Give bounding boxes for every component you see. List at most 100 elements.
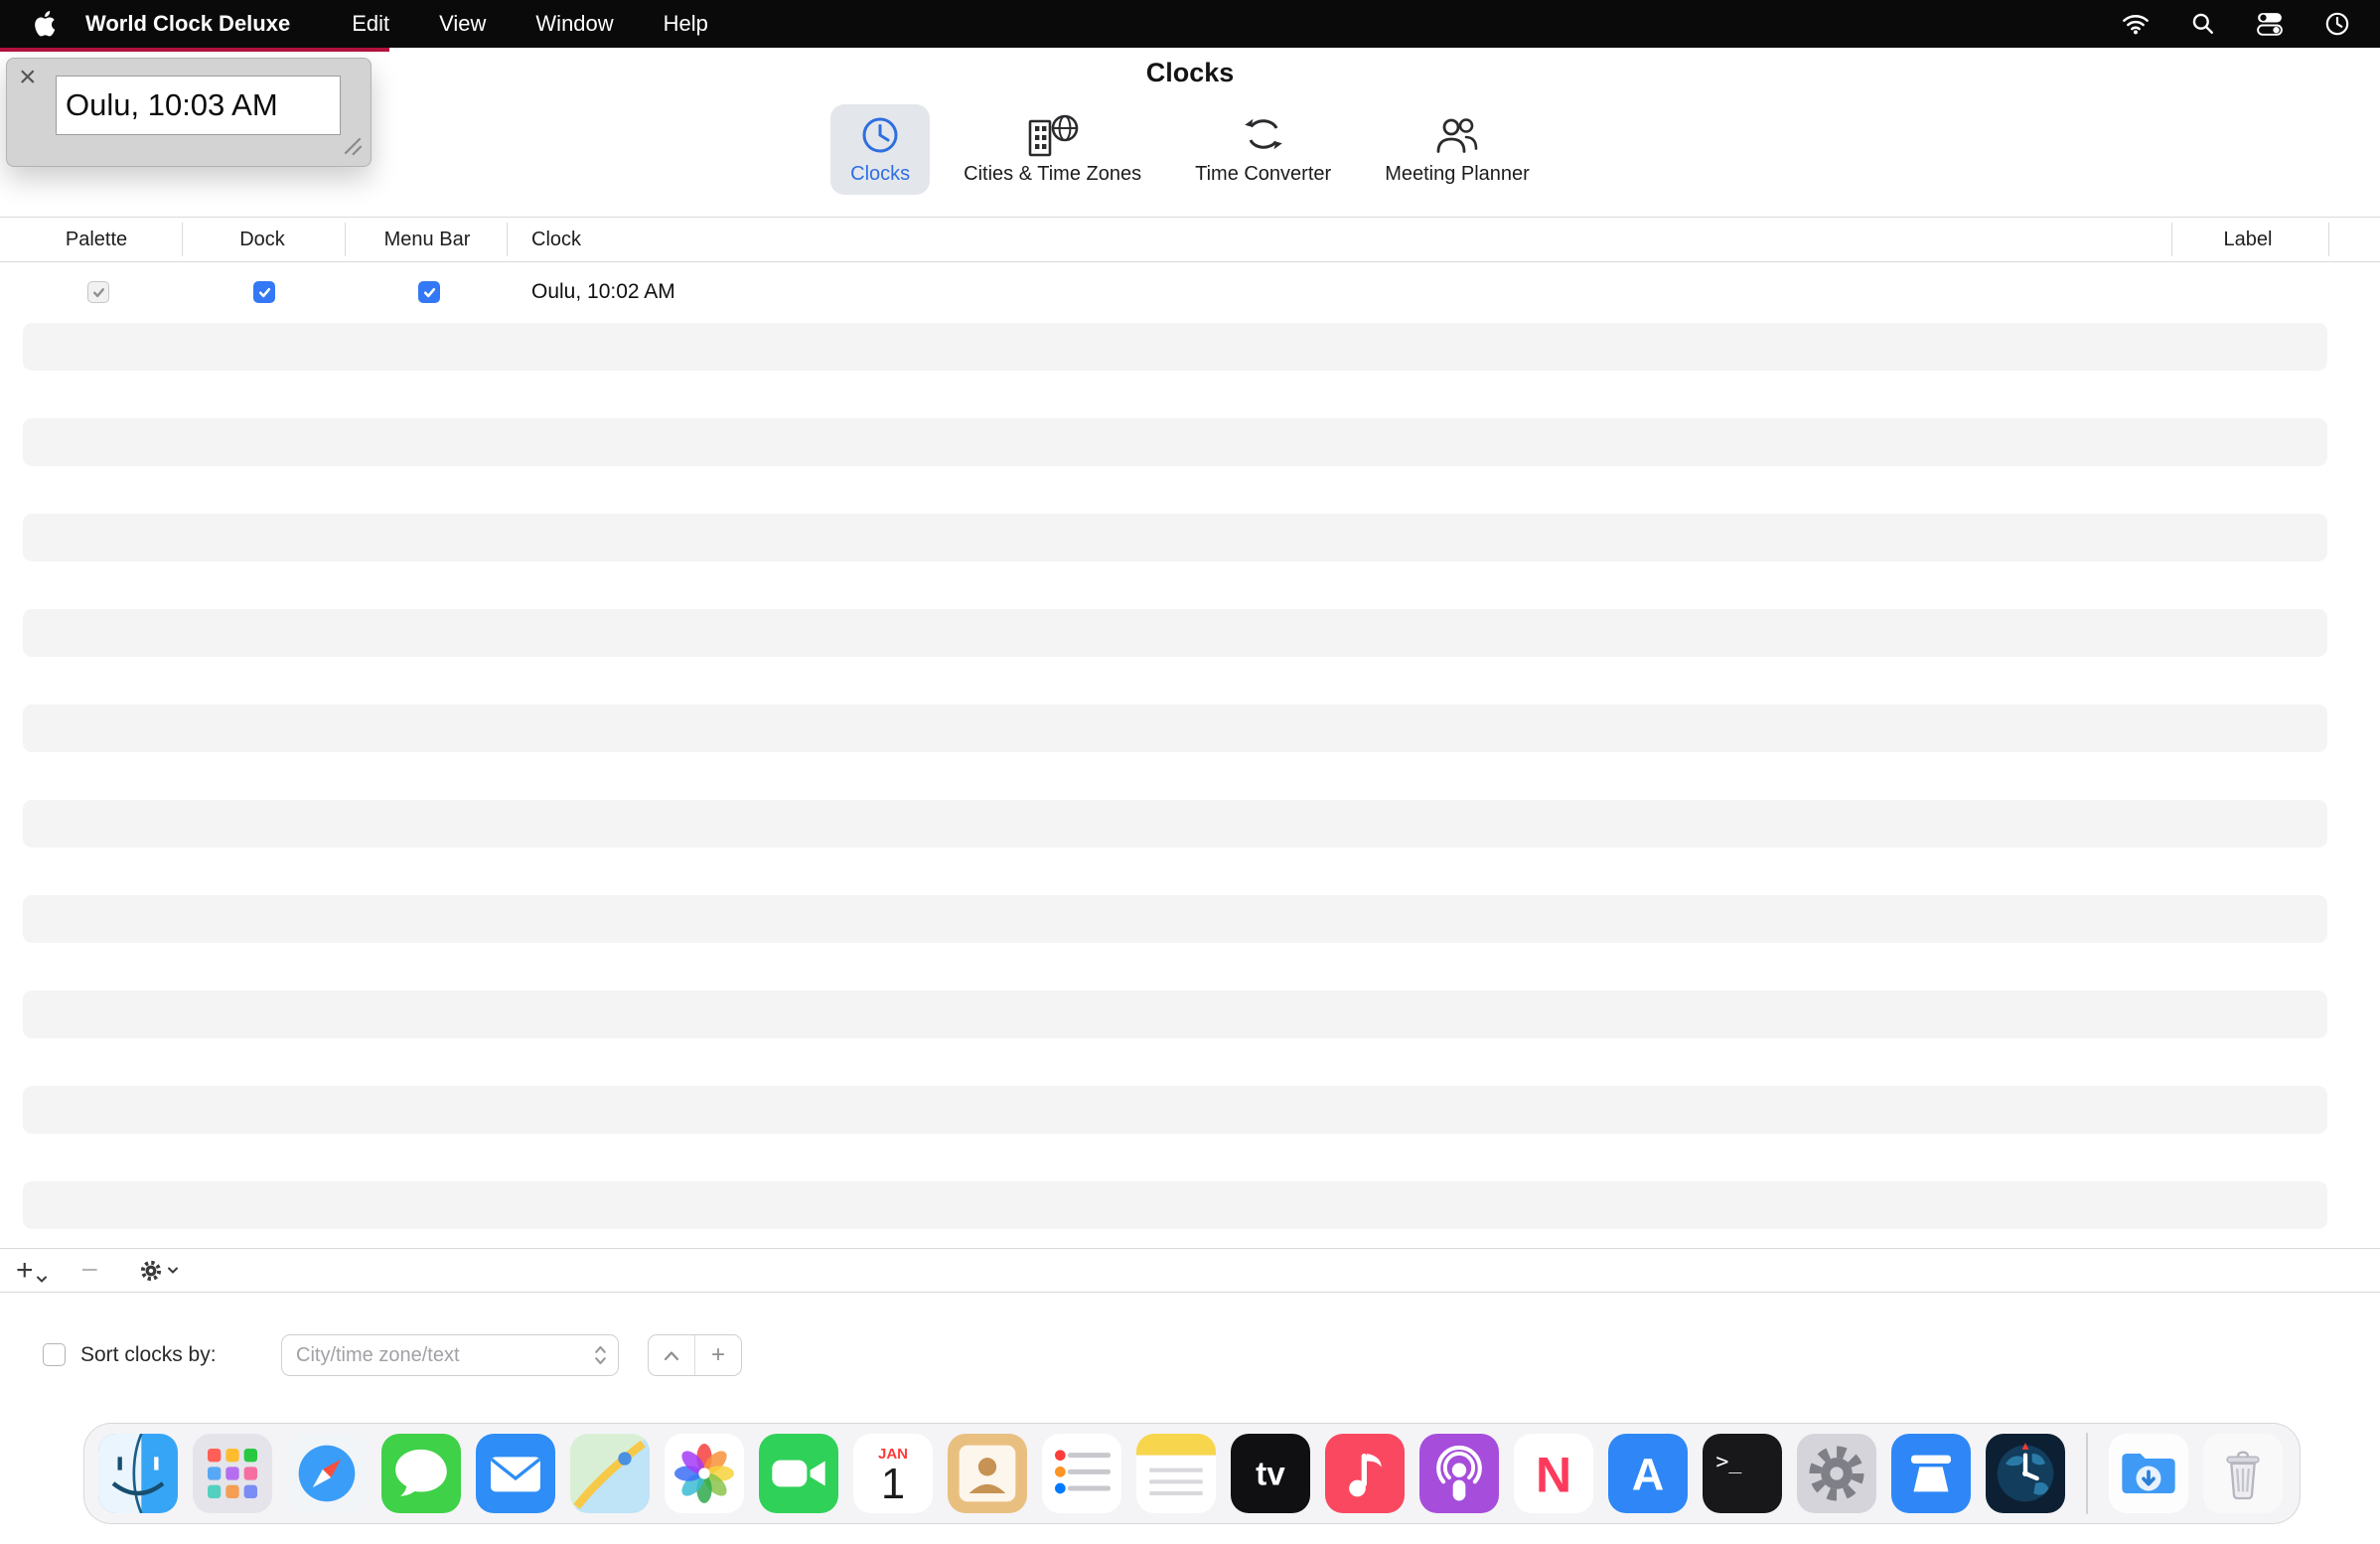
chevron-up-icon [664, 1350, 679, 1361]
sort-clocks-checkbox[interactable] [43, 1343, 66, 1366]
clock-table-header: Palette Dock Menu Bar Clock Label [0, 217, 2380, 262]
calendar-day: 1 [881, 1461, 905, 1508]
clock-table-row[interactable]: Oulu, 10:02 AM [0, 261, 2380, 323]
music-dock-icon[interactable] [1325, 1434, 1405, 1513]
actions-gear-button[interactable] [138, 1258, 179, 1284]
reminders-dock-icon[interactable] [1042, 1434, 1121, 1513]
calendar-dock-icon[interactable]: JAN 1 [853, 1434, 933, 1513]
safari-dock-icon[interactable] [287, 1434, 367, 1513]
photos-dock-icon[interactable] [665, 1434, 744, 1513]
terminal-dock-icon[interactable]: >_ [1703, 1434, 1782, 1513]
tab-cities-time-zones[interactable]: Cities & Time Zones [944, 104, 1161, 195]
tab-time-converter[interactable]: Time Converter [1175, 104, 1351, 195]
launchpad-dock-icon[interactable] [193, 1434, 272, 1513]
dock: JAN 1 tv [83, 1423, 2301, 1524]
news-dock-icon[interactable]: N [1514, 1434, 1593, 1513]
empty-row [23, 609, 2327, 657]
list-toolbar: + − [0, 1248, 2380, 1293]
wifi-icon[interactable] [2122, 13, 2150, 35]
apple-menu-icon[interactable] [34, 11, 56, 37]
tab-cities-time-zones-label: Cities & Time Zones [964, 163, 1141, 186]
tab-meeting-planner-label: Meeting Planner [1385, 163, 1530, 186]
sort-criteria-popup[interactable]: City/time zone/text [281, 1334, 619, 1376]
palette-accent-strip [0, 48, 389, 52]
clocks-tab-icon [858, 113, 902, 157]
empty-row [23, 418, 2327, 466]
empty-row [23, 323, 2327, 371]
menu-view[interactable]: View [439, 11, 486, 37]
column-header-dock: Dock [239, 218, 285, 261]
column-divider [507, 223, 508, 256]
remove-clock-button[interactable]: − [81, 1257, 99, 1284]
system-settings-dock-icon[interactable] [1797, 1434, 1876, 1513]
menu-bar-checkbox[interactable] [418, 281, 440, 303]
menubar-clock-icon[interactable] [2324, 11, 2350, 37]
empty-row [23, 704, 2327, 752]
facetime-dock-icon[interactable] [759, 1434, 838, 1513]
time-converter-tab-icon [1241, 113, 1286, 157]
menu-bar: World Clock Deluxe Edit View Window Help [0, 0, 2380, 48]
maps-dock-icon[interactable] [570, 1434, 650, 1513]
finder-dock-icon[interactable] [98, 1434, 178, 1513]
app-store-letter: A [1632, 1450, 1665, 1500]
notes-dock-icon[interactable] [1136, 1434, 1216, 1513]
chevron-down-icon [167, 1266, 179, 1275]
sort-criteria-value: City/time zone/text [296, 1344, 460, 1367]
cities-time-zones-tab-icon [1026, 113, 1080, 157]
empty-row [23, 1086, 2327, 1134]
palette-close-icon[interactable]: × [19, 63, 37, 92]
column-header-menu-bar: Menu Bar [384, 218, 471, 261]
add-sort-button[interactable]: + [694, 1335, 741, 1375]
empty-row [23, 514, 2327, 561]
clock-name-cell[interactable]: Oulu, 10:02 AM [531, 261, 675, 323]
column-header-palette: Palette [66, 218, 127, 261]
clock-palette-window[interactable]: × Oulu, 10:03 AM [6, 58, 372, 167]
column-header-clock: Clock [531, 218, 581, 261]
apple-tv-dock-icon[interactable]: tv [1231, 1434, 1310, 1513]
sort-bar: Sort clocks by: City/time zone/text + [0, 1333, 2380, 1377]
podcasts-dock-icon[interactable] [1419, 1434, 1499, 1513]
add-clock-button[interactable]: + [16, 1257, 48, 1284]
contacts-dock-icon[interactable] [948, 1434, 1027, 1513]
dock-checkbox[interactable] [253, 281, 275, 303]
trash-dock-icon[interactable] [2203, 1434, 2283, 1513]
tab-clocks[interactable]: Clocks [830, 104, 930, 195]
empty-rows-area [23, 323, 2327, 1277]
chevron-down-icon [36, 1275, 48, 1284]
empty-row [23, 800, 2327, 848]
menubar-app-name[interactable]: World Clock Deluxe [85, 11, 290, 37]
column-divider [182, 223, 183, 256]
empty-row [23, 991, 2327, 1038]
palette-clock-field[interactable]: Oulu, 10:03 AM [56, 76, 341, 135]
sort-clocks-label: Sort clocks by: [80, 1333, 217, 1377]
terminal-prompt: >_ [1715, 1450, 1742, 1474]
column-divider [2171, 223, 2172, 256]
menu-help[interactable]: Help [664, 11, 708, 37]
app-store-dock-icon[interactable]: A [1608, 1434, 1688, 1513]
keynote-dock-icon[interactable] [1891, 1434, 1971, 1513]
world-clock-deluxe-dock-icon[interactable] [1986, 1434, 2065, 1513]
meeting-planner-tab-icon [1431, 113, 1483, 157]
tv-label: tv [1256, 1457, 1285, 1493]
palette-checkbox[interactable] [87, 281, 109, 303]
spotlight-search-icon[interactable] [2191, 12, 2215, 36]
column-divider [345, 223, 346, 256]
popup-stepper-icon [593, 1343, 608, 1367]
column-divider [2328, 223, 2329, 256]
messages-dock-icon[interactable] [381, 1434, 461, 1513]
column-header-label: Label [2224, 218, 2273, 261]
menubar-menus: Edit View Window Help [352, 11, 708, 37]
palette-resize-handle[interactable] [341, 134, 365, 158]
empty-row [23, 1181, 2327, 1229]
tab-meeting-planner[interactable]: Meeting Planner [1365, 104, 1550, 195]
menu-window[interactable]: Window [535, 11, 613, 37]
tab-time-converter-label: Time Converter [1195, 163, 1331, 186]
downloads-dock-icon[interactable] [2109, 1434, 2188, 1513]
control-center-icon[interactable] [2257, 11, 2283, 37]
collapse-button[interactable] [649, 1335, 694, 1375]
dock-separator [2086, 1433, 2088, 1514]
sort-mini-buttons: + [648, 1334, 742, 1376]
menu-edit[interactable]: Edit [352, 11, 389, 37]
mail-dock-icon[interactable] [476, 1434, 555, 1513]
empty-row [23, 895, 2327, 943]
